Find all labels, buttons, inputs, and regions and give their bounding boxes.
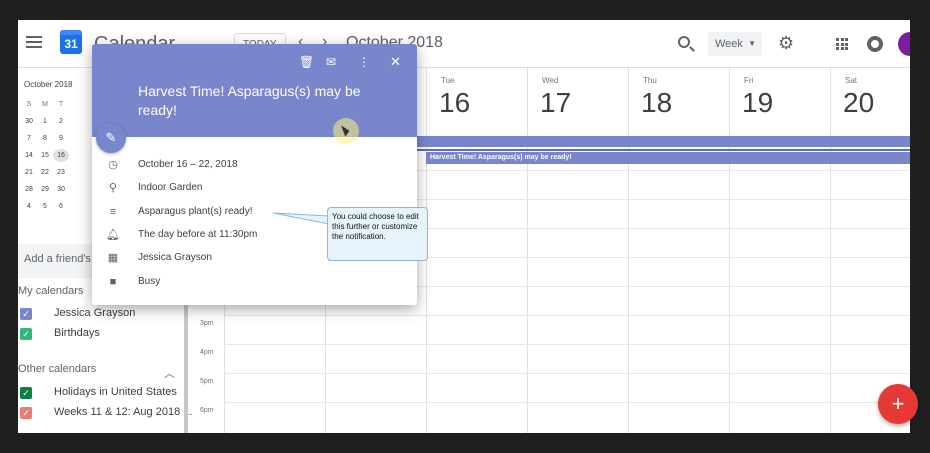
view-selector[interactable]: Week ▼ [708,32,762,56]
event-details-popup: 🗑 ✉ ⋮ ✕ Harvest Time! Asparagus(s) may b… [92,44,417,305]
event-status: Busy [138,276,161,287]
calendar-item-label: Weeks 11 & 12: Aug 2018 ... [54,406,193,418]
event-title: Harvest Time! Asparagus(s) may be ready! [138,83,361,118]
logo-day: 31 [64,37,78,51]
mini-calendar-month: October 2018 [24,80,73,89]
checkbox-icon[interactable]: ✓ [20,407,32,419]
day-name: Sat [845,76,858,85]
day-number[interactable]: 17 [540,87,571,119]
trash-icon[interactable]: 🗑 [299,55,314,69]
time-label: 6pm [200,407,214,414]
location-pin-icon: ⚲ [108,182,118,194]
mini-day[interactable]: 28 [21,183,37,196]
chevron-up-icon[interactable]: ︿ [164,365,175,381]
mini-dow: M [42,101,48,108]
event-description: Asparagus plant(s) ready! [138,206,253,217]
mini-day[interactable]: 30 [53,183,69,196]
mini-day-selected[interactable]: 16 [53,149,69,162]
day-column-tue[interactable]: Tue 16 [426,68,527,433]
mini-day[interactable]: 2 [53,115,69,128]
day-name: Thu [643,76,657,85]
day-name: Tue [441,76,455,85]
hour-gridline [224,402,910,403]
event-location[interactable]: Indoor Garden [138,182,203,193]
mini-day[interactable]: 4 [21,200,37,213]
day-number[interactable]: 18 [641,87,672,119]
hour-gridline [224,373,910,374]
mini-day[interactable]: 30 [21,115,37,128]
more-options-icon[interactable]: ⋮ [358,55,370,69]
mini-day[interactable]: 9 [53,132,69,145]
calendar-item-label: Jessica Grayson [54,307,136,319]
day-name: Wed [542,76,559,85]
mini-dow: S [26,101,32,108]
time-label: 4pm [200,349,214,356]
hour-gridline [224,315,910,316]
email-icon[interactable]: ✉ [326,55,336,69]
time-label: 3pm [200,320,214,327]
calendar-item-label: Birthdays [54,327,100,339]
notifications-icon[interactable] [867,36,883,52]
view-selected-label: Week [715,38,743,50]
other-calendars-title[interactable]: Other calendars [18,363,96,375]
checkbox-icon[interactable]: ✓ [20,328,32,340]
mini-day[interactable]: 14 [21,149,37,162]
mini-day[interactable]: 21 [21,166,37,179]
main-menu-icon[interactable] [26,36,42,48]
mini-day[interactable]: 23 [53,166,69,179]
day-column-sat[interactable]: Sat 20 [830,68,910,433]
day-column-wed[interactable]: Wed 17 [527,68,628,433]
bell-icon: 🔔︎ [106,229,120,241]
create-event-button[interactable]: + [878,384,918,424]
search-icon[interactable] [678,36,690,48]
callout-pointer [273,212,329,225]
day-number[interactable]: 19 [742,87,773,119]
day-number[interactable]: 16 [439,87,470,119]
mini-dow: T [58,101,64,108]
edit-pencil-icon[interactable]: ✎ [96,123,126,153]
mini-day[interactable]: 8 [37,132,53,145]
event-calendar: Jessica Grayson [138,252,212,263]
day-number[interactable]: 20 [843,87,874,119]
mini-day[interactable]: 1 [37,115,53,128]
description-lines-icon: ≡ [109,206,117,218]
mini-day[interactable]: 29 [37,183,53,196]
checkbox-icon[interactable]: ✓ [20,308,32,320]
gear-icon[interactable]: ⚙ [778,34,794,52]
mini-day[interactable]: 5 [37,200,53,213]
clock-icon: ◷ [108,159,118,171]
event-notification: The day before at 11:30pm [138,229,258,240]
annotation-callout: You could choose to edit this further or… [327,207,428,261]
day-column-thu[interactable]: Thu 18 [628,68,729,433]
avatar[interactable] [898,32,910,56]
event-date: October 16 – 22, 2018 [138,159,238,170]
popup-header: 🗑 ✉ ⋮ ✕ Harvest Time! Asparagus(s) may b… [92,44,417,137]
mini-day[interactable]: 22 [37,166,53,179]
calendar-icon: ▦ [107,252,119,264]
hour-gridline [224,344,910,345]
calendar-item-label: Holidays in United States [54,386,177,398]
mini-day[interactable]: 7 [21,132,37,145]
day-name: Fri [744,76,754,85]
day-column-fri[interactable]: Fri 19 [729,68,830,433]
apps-grid-icon[interactable] [836,38,848,50]
time-label: 5pm [200,378,214,385]
my-calendars-title[interactable]: My calendars [18,285,83,297]
checkbox-icon[interactable]: ✓ [20,387,32,399]
mini-day[interactable]: 15 [37,149,53,162]
close-icon[interactable]: ✕ [390,55,401,69]
calendar-logo-icon: 31 [60,30,82,54]
briefcase-icon: ■ [109,276,117,288]
mini-day[interactable]: 6 [53,200,69,213]
all-day-event[interactable]: Harvest Time! Asparagus(s) may be ready! [426,152,910,164]
chevron-down-icon: ▼ [748,39,756,48]
